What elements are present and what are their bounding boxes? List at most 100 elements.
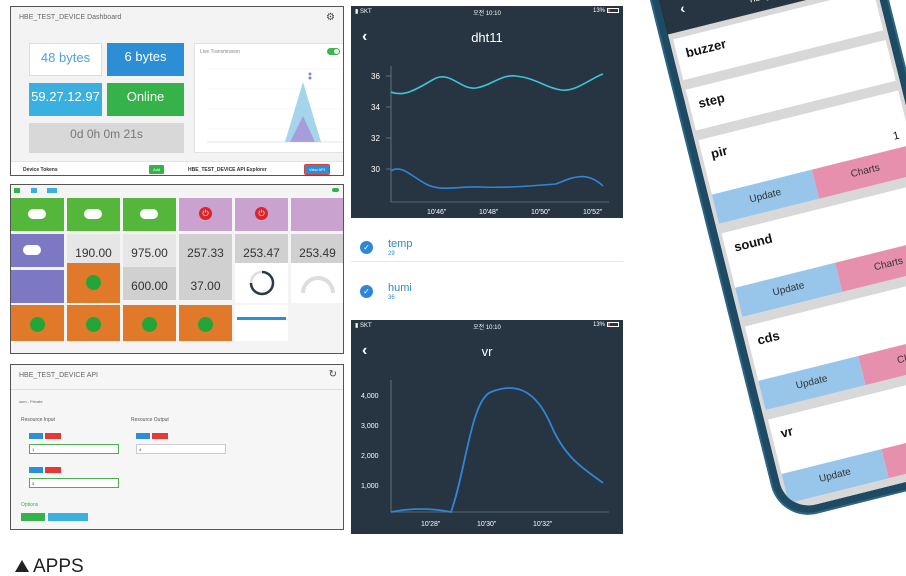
series-legend: ✓ temp 29 ✓ humi 36	[351, 218, 623, 306]
widget-value-text: 257.33	[187, 246, 224, 260]
options-button[interactable]	[48, 513, 88, 521]
resource-output-label: Resource Output	[131, 417, 169, 423]
widget-value-text: 190.00	[75, 246, 112, 260]
device-tokens-label: Device Tokens	[23, 167, 58, 173]
widget-power[interactable]: ⏻	[179, 198, 232, 231]
widget-value-text: 253.49	[299, 246, 336, 260]
widget-led	[11, 305, 64, 341]
widget-led	[123, 305, 176, 341]
widget-value-text: 37.00	[190, 279, 221, 293]
widget-edit-button[interactable]	[31, 188, 37, 193]
x-tick: 10'52"	[583, 209, 603, 216]
tile-uptime-value: 0d 0h 0m 21s	[70, 127, 143, 141]
caption-text: APPS	[33, 556, 84, 576]
sensor-name: cds	[755, 327, 782, 348]
sensor-list: buzzer step pir 1 Update Charts sound 33…	[667, 0, 906, 512]
legend-value: 36	[388, 295, 395, 301]
widget-gauge	[291, 263, 343, 303]
sensor-name: buzzer	[684, 35, 728, 61]
x-tick: 10'28"	[421, 521, 441, 528]
triangle-icon	[15, 560, 29, 572]
api-panel: HBE_TEST_DEVICE API ↻ sum - Private Reso…	[10, 364, 344, 530]
view-api-button[interactable]: View API	[304, 164, 330, 175]
widget-value-text: 975.00	[131, 246, 168, 260]
tile-status-value: Online	[126, 89, 165, 104]
dht11-chart: 36 34 32 30 10'46" 10'48" 10'50" 10'52"	[371, 66, 609, 216]
refresh-icon[interactable]: ↻	[329, 369, 337, 380]
widget-gauge-ring	[235, 263, 288, 303]
x-tick: 10'46"	[427, 209, 447, 216]
sensor-name: vr	[778, 423, 795, 441]
caption: APPS	[15, 556, 84, 576]
widget-value-text: 253.47	[243, 246, 280, 260]
widget-terminal	[11, 270, 64, 303]
api-explorer-label: HBE_TEST_DEVICE API Explorer	[188, 167, 267, 173]
api-subtitle: sum - Private	[19, 399, 43, 404]
y-tick: 1,000	[361, 483, 379, 490]
widget-add-button[interactable]	[14, 188, 20, 193]
y-tick: 2,000	[361, 453, 379, 460]
y-tick: 4,000	[361, 393, 379, 400]
dashboard-title: HBE_TEST_DEVICE Dashboard	[19, 14, 122, 21]
tile-bytes-value: 6 bytes	[124, 49, 167, 64]
resource-input-label: Resource Input	[21, 417, 55, 423]
sensor-name: step	[696, 89, 727, 111]
checkmark-icon[interactable]: ✓	[360, 285, 373, 298]
resource-output-field: 4	[136, 444, 226, 454]
resource-input-field-1[interactable]: 1	[29, 444, 119, 454]
vr-chart: 4,000 3,000 2,000 1,000 10'28" 10'30" 10…	[361, 380, 609, 528]
widget-tile[interactable]	[291, 198, 343, 231]
x-tick: 10'50"	[531, 209, 551, 216]
widget-led	[67, 263, 120, 303]
charts-button[interactable]: Charts	[835, 237, 906, 292]
dashboard-footer: Device Tokens Add HBE_TEST_DEVICE API Ex…	[11, 161, 343, 175]
sensor-value: 1	[891, 129, 901, 143]
widget-grid-panel: ⏻ ⏻ 190.00 975.00 257.33 253.47 253.49 6…	[10, 184, 344, 354]
tile-bytes-received: 48 bytes	[29, 43, 102, 76]
api-title: HBE_TEST_DEVICE API	[19, 372, 98, 379]
widget-more-button[interactable]	[47, 188, 57, 193]
widget-value: 37.00	[179, 267, 232, 300]
x-tick: 10'48"	[479, 209, 499, 216]
widget-toggle[interactable]	[332, 188, 339, 192]
input-type-badge	[29, 467, 43, 473]
widget-switch[interactable]	[67, 198, 120, 231]
live-transmission-chart: Live Transmission	[194, 43, 343, 153]
transmission-graph	[207, 68, 343, 143]
y-tick: 30	[371, 165, 380, 174]
dht11-screen: ▮ SKT 오전 10:10 13% ‹ dht11 36 34 32 30 1…	[351, 6, 623, 306]
run-button[interactable]	[21, 513, 45, 521]
resource-input-field-2[interactable]: 3	[29, 478, 119, 488]
y-tick: 3,000	[361, 423, 379, 430]
widget-led	[67, 305, 120, 341]
widget-value: 975.00	[123, 234, 176, 267]
widget-slider[interactable]	[235, 305, 288, 341]
tile-uptime: 0d 0h 0m 21s	[29, 123, 184, 153]
widget-power[interactable]: ⏻	[235, 198, 288, 231]
smartphone-mockup: ‹ hbe_test ⚙ buzzer step pir 1 Update Ch…	[640, 0, 906, 523]
phone-screen: ‹ hbe_test ⚙ buzzer step pir 1 Update Ch…	[650, 0, 906, 512]
legend-name: humi	[388, 282, 412, 294]
tile-bytes-value: 48 bytes	[40, 50, 91, 65]
sensor-name: sound	[732, 230, 774, 255]
x-tick: 10'30"	[477, 521, 497, 528]
add-button[interactable]: Add	[149, 165, 165, 174]
widget-switch[interactable]	[11, 198, 64, 231]
widget-switch[interactable]	[11, 234, 64, 267]
tile-bytes-sent: 6 bytes	[107, 43, 184, 76]
input-number-badge	[45, 433, 61, 439]
options-label: Options	[21, 502, 39, 508]
widget-value: 257.33	[179, 234, 232, 267]
widget-switch[interactable]	[123, 198, 176, 231]
update-button[interactable]: Update	[781, 449, 889, 504]
tile-ip: 59.27.12.97	[29, 83, 102, 116]
sensor-name: pir	[709, 142, 730, 162]
widget-value-text: 600.00	[131, 279, 168, 293]
checkmark-icon[interactable]: ✓	[360, 241, 373, 254]
input-type-badge	[29, 433, 43, 439]
gear-icon[interactable]: ⚙	[326, 12, 335, 23]
input-number-badge	[45, 467, 61, 473]
legend-name: temp	[388, 238, 413, 250]
charts-button[interactable]: Charts	[858, 331, 906, 386]
dashboard-panel: HBE_TEST_DEVICE Dashboard ⚙ 48 bytes 6 b…	[10, 6, 344, 176]
